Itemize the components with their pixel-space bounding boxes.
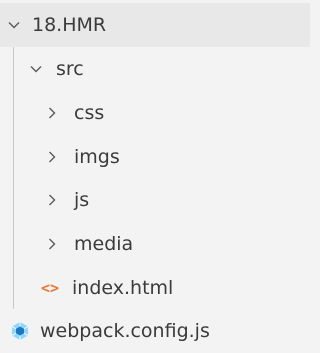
webpack-icon: [10, 321, 30, 341]
html-file-icon: <>: [41, 279, 60, 297]
tree-item-root-folder[interactable]: 18.HMR: [0, 3, 310, 47]
file-label: index.html: [72, 276, 174, 299]
chevron-right-icon[interactable]: [44, 105, 60, 121]
tree-item-folder-media[interactable]: media: [0, 222, 310, 266]
tree-item-folder-css[interactable]: css: [0, 91, 310, 135]
tree-item-file-index-html[interactable]: <> index.html: [0, 266, 310, 310]
folder-label: src: [56, 57, 84, 80]
folder-label: css: [74, 101, 105, 124]
tree-item-file-webpack-config[interactable]: webpack.config.js: [0, 309, 310, 353]
chevron-right-icon[interactable]: [44, 149, 60, 165]
chevron-right-icon[interactable]: [44, 236, 60, 252]
chevron-down-icon[interactable]: [28, 61, 44, 77]
chevron-right-icon[interactable]: [44, 192, 60, 208]
folder-label: js: [74, 188, 90, 211]
file-label: webpack.config.js: [40, 319, 210, 342]
folder-label: imgs: [74, 145, 120, 168]
folder-label: media: [74, 232, 134, 255]
chevron-down-icon[interactable]: [6, 17, 22, 33]
file-explorer: 18.HMR src css imgs js media <> index.ht…: [0, 0, 310, 353]
tree-item-folder-js[interactable]: js: [0, 178, 310, 222]
tree-item-folder-src[interactable]: src: [0, 47, 310, 91]
root-folder-label: 18.HMR: [32, 13, 107, 36]
tree-item-folder-imgs[interactable]: imgs: [0, 135, 310, 179]
